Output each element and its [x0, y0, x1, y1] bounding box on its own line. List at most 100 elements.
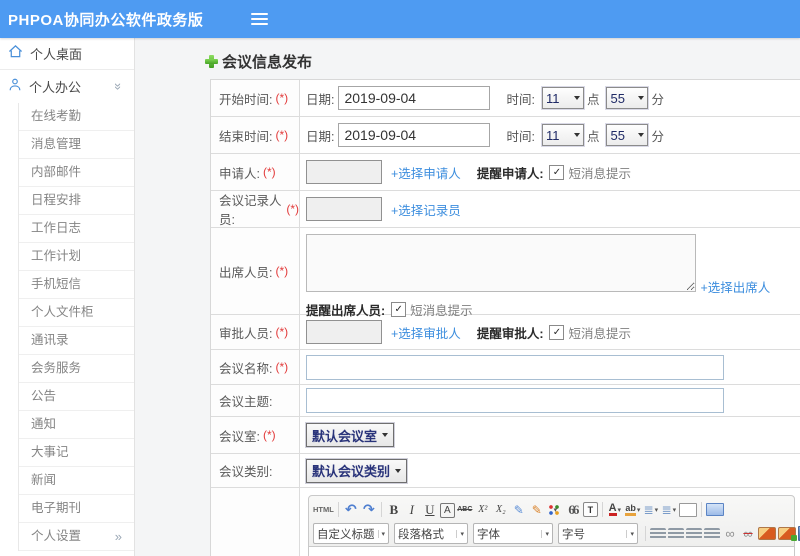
highlight-color-icon[interactable]: ab ▾: [625, 501, 641, 518]
image-icon[interactable]: [758, 527, 776, 540]
form-row-approver: 审批人员: (*) +选择审批人 提醒审批人: 短消息提示: [211, 315, 800, 350]
sidebar-item-personal-office[interactable]: 个人办公: [0, 70, 134, 103]
paste-text-icon[interactable]: T: [582, 502, 598, 517]
sidebar-subitem[interactable]: 日程安排: [19, 187, 134, 215]
end-minute-select[interactable]: 55: [606, 124, 649, 146]
form-row-start-time: 开始时间: (*) 日期: 时间: 11 点 55 分: [211, 80, 800, 117]
link-icon[interactable]: ∞: [722, 525, 738, 542]
blockquote-icon[interactable]: 66: [565, 501, 581, 518]
hour-unit: 点: [586, 129, 600, 144]
meeting-subject-input[interactable]: [306, 388, 724, 413]
date-label: 日期:: [306, 129, 335, 144]
superscript-icon[interactable]: X²: [475, 501, 491, 518]
align-right-icon[interactable]: [686, 528, 702, 539]
remove-format-icon[interactable]: ✎: [511, 501, 527, 518]
ordered-list-icon[interactable]: ≣ ▾: [643, 501, 659, 518]
sidebar-subitem[interactable]: 会务服务: [19, 355, 134, 383]
new-page-icon[interactable]: [678, 502, 697, 517]
dropdown-caret-icon: ▾: [541, 529, 549, 538]
sidebar-subitem[interactable]: 通讯录: [19, 327, 134, 355]
sidebar-subitem[interactable]: 电子期刊: [19, 495, 134, 523]
toolbar-separator: [380, 502, 382, 517]
sidebar: 个人桌面 个人办公 在线考勤消息管理内部邮件日程安排工作日志工作计划手机短信个人…: [0, 38, 135, 556]
field-label: 结束时间:: [219, 129, 273, 144]
recorder-input[interactable]: [306, 197, 382, 221]
italic-icon[interactable]: I: [404, 501, 420, 518]
meeting-room-select[interactable]: 默认会议室: [306, 423, 395, 447]
sidebar-submenu-settings: 个人设置: [18, 523, 134, 551]
sidebar-subitem[interactable]: 消息管理: [19, 131, 134, 159]
sidebar-subitem[interactable]: 内部邮件: [19, 159, 134, 187]
sidebar-item-label: 个人办公: [29, 80, 82, 95]
sidebar-subitem[interactable]: 通知: [19, 411, 134, 439]
sidebar-subitem[interactable]: 手机短信: [19, 271, 134, 299]
sidebar-subitem[interactable]: 新闻: [19, 467, 134, 495]
app-title: PHPOA协同办公软件政务版: [8, 11, 204, 29]
font-color-icon[interactable]: A ▾: [607, 501, 623, 518]
align-left-icon[interactable]: [650, 528, 666, 539]
field-label: 出席人员:: [219, 265, 273, 280]
required-mark: (*): [262, 428, 276, 442]
redo-icon[interactable]: ↷: [361, 501, 377, 518]
choose-approver-link[interactable]: +选择审批人: [391, 323, 461, 342]
main-content: 会议信息发布 开始时间: (*) 日期: 时间: 11 点 55 分: [135, 38, 800, 556]
chevron-right-icon: [115, 523, 122, 550]
date-label: 日期:: [306, 92, 335, 107]
upload-image-icon[interactable]: [778, 527, 797, 541]
sms-checkbox[interactable]: [549, 164, 565, 180]
start-hour-select[interactable]: 11: [541, 87, 584, 109]
font-family-select[interactable]: 字体 ▾: [473, 523, 553, 544]
start-minute-select[interactable]: 55: [606, 87, 649, 109]
attendees-textarea[interactable]: [306, 234, 696, 292]
unordered-list-icon[interactable]: ≣ ▾: [661, 501, 677, 518]
unlink-icon[interactable]: ∞: [740, 525, 756, 542]
hamburger-menu-icon[interactable]: [251, 18, 269, 20]
sidebar-subitem[interactable]: 个人文件柜: [19, 299, 134, 327]
editor-content-area[interactable]: [308, 547, 795, 556]
form-row-recorder: 会议记录人员: (*) +选择记录员: [211, 191, 800, 228]
sidebar-subitem[interactable]: 工作计划: [19, 243, 134, 271]
meeting-form: 开始时间: (*) 日期: 时间: 11 点 55 分 结束时间: (*): [210, 79, 800, 556]
undo-icon[interactable]: ↶: [343, 501, 359, 518]
heading-select[interactable]: 自定义标题 ▾: [313, 523, 389, 544]
choose-attendees-link[interactable]: +选择出席人: [700, 277, 770, 296]
color-palette-icon[interactable]: ▾: [546, 503, 563, 516]
format-brush-icon[interactable]: ✎: [529, 501, 545, 518]
sidebar-subitem[interactable]: 工作日志: [19, 215, 134, 243]
dropdown-caret-icon: ▾: [654, 506, 659, 514]
sidebar-item-label: 个人桌面: [30, 47, 83, 62]
align-center-icon[interactable]: [668, 528, 684, 539]
approver-input[interactable]: [306, 320, 382, 344]
choose-applicant-link[interactable]: +选择申请人: [391, 163, 461, 182]
sidebar-subitem[interactable]: 公告: [19, 383, 134, 411]
font-style-icon[interactable]: A: [439, 502, 455, 518]
sidebar-item-desktop[interactable]: 个人桌面: [0, 38, 134, 70]
strikethrough-icon[interactable]: ABC: [457, 501, 473, 518]
start-date-input[interactable]: [338, 86, 491, 110]
meeting-category-select[interactable]: 默认会议类别: [306, 458, 408, 483]
font-size-select[interactable]: 字号 ▾: [558, 523, 638, 544]
html-source-button[interactable]: HTML: [313, 501, 334, 518]
paragraph-select[interactable]: 段落格式 ▾: [394, 523, 468, 544]
sms-checkbox[interactable]: [549, 324, 565, 340]
bold-icon[interactable]: B: [386, 501, 402, 518]
justify-icon[interactable]: [704, 528, 720, 539]
time-label: 时间:: [506, 92, 535, 107]
end-date-input[interactable]: [338, 123, 491, 147]
sidebar-subitem[interactable]: 在线考勤: [19, 103, 134, 131]
end-hour-select[interactable]: 11: [541, 124, 584, 146]
choose-recorder-link[interactable]: +选择记录员: [391, 200, 461, 219]
editor-toolbar-row1: HTML ↶ ↷ B I U A ABC X² X₂ ✎ ✎ ▾ 66 T A ▾ ab ▾ ≣ ▾ ≣ ▾: [312, 499, 791, 520]
meeting-name-input[interactable]: [306, 354, 724, 380]
time-label: 时间:: [506, 129, 535, 144]
applicant-input[interactable]: [306, 160, 382, 184]
sidebar-item-supervision[interactable]: 督查督办: [0, 551, 134, 556]
form-row-content-editor: HTML ↶ ↷ B I U A ABC X² X₂ ✎ ✎ ▾ 66 T A ▾ ab ▾ ≣ ▾ ≣ ▾ 自定义标题 ▾ 段…: [211, 488, 800, 556]
sidebar-subitem[interactable]: 大事记: [19, 439, 134, 467]
underline-icon[interactable]: U: [422, 501, 438, 518]
sms-label: 短消息提示: [568, 166, 631, 181]
field-label: 会议类别:: [219, 465, 273, 479]
sidebar-subitem-settings[interactable]: 个人设置: [19, 523, 134, 551]
subscript-icon[interactable]: X₂: [493, 501, 509, 518]
fullscreen-icon[interactable]: [705, 503, 724, 516]
